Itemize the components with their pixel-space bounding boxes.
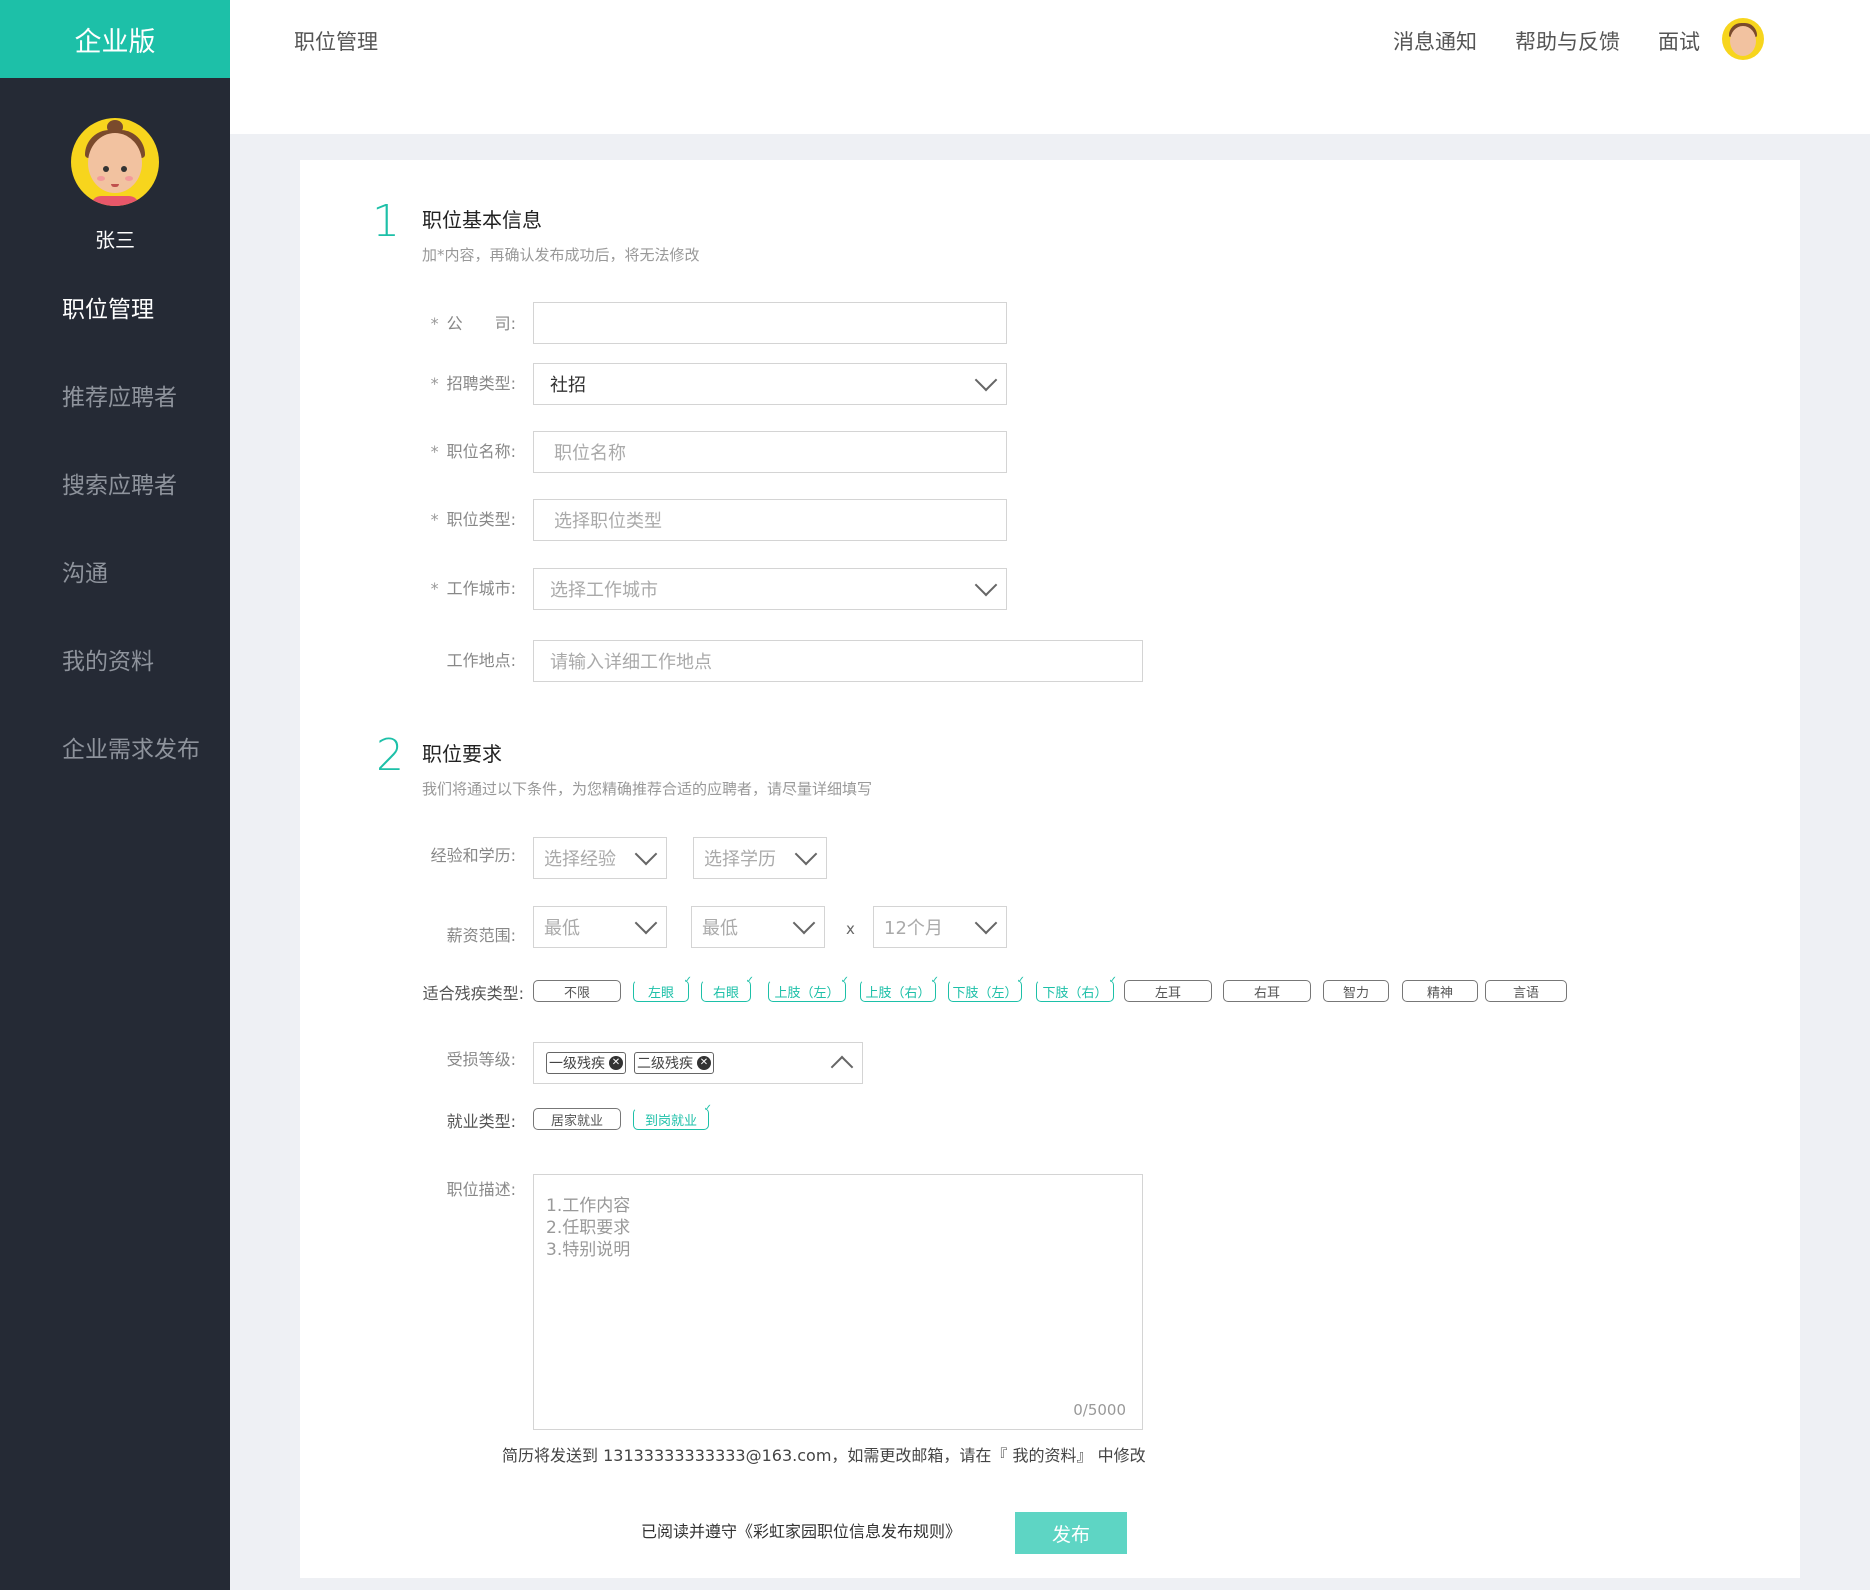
recruit-type-select[interactable]: 社招 [533, 363, 1007, 405]
recruit-type-value: 社招 [550, 375, 586, 396]
remove-chip-icon[interactable]: ✕ [609, 1056, 623, 1070]
employment-tag-home[interactable]: 居家就业 [533, 1108, 621, 1130]
remove-chip-icon[interactable]: ✕ [697, 1056, 711, 1070]
address-label: 工作地点: [446, 651, 516, 670]
publish-button[interactable]: 发布 [1015, 1512, 1127, 1554]
sidebar-nav: 职位管理 推荐应聘者 搜索应聘者 沟通 我的资料 企业需求发布 [0, 285, 230, 813]
salary-min-select[interactable]: 最低 [533, 906, 667, 948]
check-icon: ✓ [745, 975, 754, 986]
salary-months-select[interactable]: 12个月 [873, 906, 1007, 948]
check-icon: ✓ [840, 975, 849, 986]
section-1-number: 1 [372, 196, 400, 247]
impairment-level-select[interactable]: 一级残疾 ✕ 二级残疾 ✕ [533, 1042, 863, 1084]
header-links: 消息通知 帮助与反馈 面试 [1393, 26, 1700, 56]
brand-label: 企业版 [0, 0, 230, 78]
placeholder-line: 1.工作内容 [546, 1196, 631, 1216]
chevron-down-icon [974, 368, 998, 392]
level-chip: 二级残疾 ✕ [634, 1052, 714, 1074]
job-type-input[interactable]: 选择职位类型 [533, 499, 1007, 541]
experience-select[interactable]: 选择经验 [533, 837, 667, 879]
disability-type-label: 适合残疾类型: [422, 984, 524, 1003]
section-2-number: 2 [376, 730, 404, 781]
user-avatar[interactable] [71, 118, 159, 206]
disability-tag-upper-left[interactable]: 上肢（左） ✓ [768, 975, 849, 1002]
exp-edu-label: 经验和学历: [430, 846, 516, 865]
disability-tag-speech[interactable]: 言语 [1485, 980, 1567, 1002]
section-1-subtitle: 加*内容，再确认发布成功后，将无法修改 [422, 246, 700, 264]
disability-tag-upper-right[interactable]: 上肢（右） ✓ [860, 975, 939, 1002]
top-bar: 职位管理 消息通知 帮助与反馈 面试 [230, 0, 1870, 134]
section-1-title: 职位基本信息 [422, 208, 542, 232]
salary-label: 薪资范围: [446, 926, 516, 945]
sidebar-item-recommended-applicants[interactable]: 推荐应聘者 [0, 373, 230, 461]
job-name-label: 职位名称: [446, 442, 516, 461]
disability-tag-lower-right[interactable]: 下肢（右） ✓ [1036, 975, 1117, 1002]
interview-link[interactable]: 面试 [1658, 26, 1700, 56]
chevron-down-icon [634, 842, 658, 866]
level-chip: 一级残疾 ✕ [546, 1052, 626, 1074]
sidebar-item-communication[interactable]: 沟通 [0, 549, 230, 637]
char-counter: 0/5000 [1073, 1401, 1126, 1419]
chevron-down-icon [794, 842, 818, 866]
education-select[interactable]: 选择学历 [693, 837, 827, 879]
check-icon: ✓ [703, 1103, 712, 1114]
check-icon: ✓ [1108, 975, 1117, 986]
sidebar-item-search-applicants[interactable]: 搜索应聘者 [0, 461, 230, 549]
city-placeholder: 选择工作城市 [550, 580, 658, 601]
breadcrumb: 职位管理 [294, 30, 378, 54]
disability-tag-right-eye[interactable]: 右眼 ✓ [701, 975, 754, 1002]
chevron-down-icon [634, 911, 658, 935]
education-placeholder: 选择学历 [704, 849, 776, 870]
sidebar-item-demand-publish[interactable]: 企业需求发布 [0, 725, 230, 813]
job-type-label: 职位类型: [446, 510, 516, 529]
agreement-text[interactable]: 已阅读并遵守《彩虹家园职位信息发布规则》 [641, 1518, 961, 1542]
salary-max-value: 最低 [702, 918, 738, 939]
check-icon: ✓ [683, 975, 692, 986]
address-input[interactable]: 请输入详细工作地点 [533, 640, 1143, 682]
placeholder-line: 3.特别说明 [546, 1240, 631, 1260]
section-2-subtitle: 我们将通过以下条件，为您精确推荐合适的应聘者，请尽量详细填写 [422, 780, 873, 798]
company-label: 公 司: [446, 314, 516, 333]
salary-multiplier: x [846, 920, 855, 938]
salary-min-value: 最低 [544, 918, 580, 939]
job-description-textarea[interactable]: 1.工作内容 2.任职要求 3.特别说明 0/5000 [533, 1174, 1143, 1430]
disability-tag-left-ear[interactable]: 左耳 [1124, 980, 1212, 1002]
help-feedback-link[interactable]: 帮助与反馈 [1515, 26, 1620, 56]
city-select[interactable]: 选择工作城市 [533, 568, 1007, 610]
check-icon: ✓ [930, 975, 939, 986]
sidebar-item-job-management[interactable]: 职位管理 [0, 285, 230, 373]
job-form-card: 1 职位基本信息 加*内容，再确认发布成功后，将无法修改 * 公 司: * 招聘类型… [300, 160, 1800, 1578]
disability-tag-lower-left[interactable]: 下肢（左） ✓ [948, 975, 1025, 1002]
chevron-down-icon [974, 911, 998, 935]
disability-tag-right-ear[interactable]: 右耳 [1223, 980, 1311, 1002]
header-avatar[interactable] [1722, 18, 1764, 60]
employment-type-label: 就业类型: [446, 1112, 516, 1131]
salary-months-value: 12个月 [884, 918, 943, 939]
chevron-down-icon [974, 573, 998, 597]
employment-tag-onsite[interactable]: 到岗就业 ✓ [633, 1103, 712, 1130]
company-input[interactable] [533, 302, 1007, 344]
disability-tag-intellectual[interactable]: 智力 [1323, 980, 1389, 1002]
chevron-down-icon [792, 911, 816, 935]
email-notice: 简历将发送到 13133333333333@163.com，如需更改邮箱，请在『… [502, 1446, 1146, 1465]
placeholder-line: 2.任职要求 [546, 1218, 631, 1238]
recruit-type-label: 招聘类型: [446, 374, 516, 393]
impairment-level-label: 受损等级: [446, 1050, 516, 1069]
sidebar-item-my-profile[interactable]: 我的资料 [0, 637, 230, 725]
salary-max-select[interactable]: 最低 [691, 906, 825, 948]
disability-tag-left-eye[interactable]: 左眼 ✓ [633, 975, 692, 1002]
job-description-label: 职位描述: [446, 1180, 516, 1199]
disability-tag-unlimited[interactable]: 不限 [533, 980, 621, 1002]
username: 张三 [95, 228, 135, 252]
notifications-link[interactable]: 消息通知 [1393, 26, 1477, 56]
check-icon: ✓ [1016, 975, 1025, 986]
section-2-title: 职位要求 [422, 742, 502, 766]
sidebar: 企业版 张三 职位管理 推荐应聘者 搜索应聘者 沟通 我的资料 企业需求发布 [0, 0, 230, 1590]
city-label: 工作城市: [446, 579, 516, 598]
chevron-up-icon [830, 1055, 854, 1079]
experience-placeholder: 选择经验 [544, 849, 616, 870]
disability-tag-mental[interactable]: 精神 [1402, 980, 1478, 1002]
job-name-input[interactable]: 职位名称 [533, 431, 1007, 473]
